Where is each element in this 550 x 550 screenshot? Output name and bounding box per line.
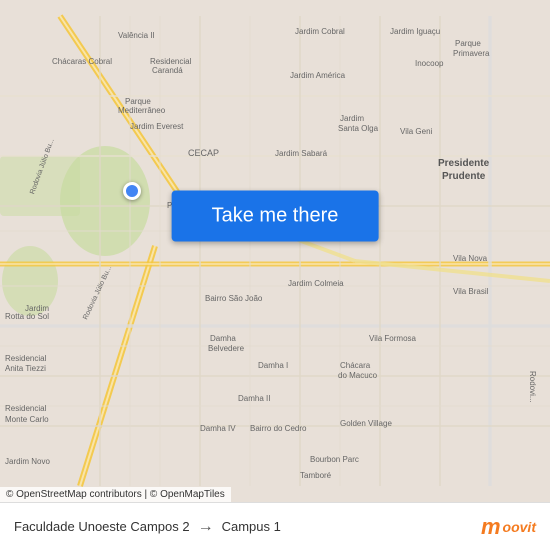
moovit-logo: m oovit bbox=[481, 514, 536, 540]
svg-text:Residencial: Residencial bbox=[150, 57, 192, 66]
map-svg: Valência II Chácaras Cobral Residencial … bbox=[0, 0, 550, 502]
take-me-there-button[interactable]: Take me there bbox=[172, 190, 379, 241]
svg-text:Jardim América: Jardim América bbox=[290, 71, 346, 80]
svg-text:Residencial: Residencial bbox=[5, 404, 47, 413]
svg-text:Inocoop: Inocoop bbox=[415, 59, 444, 68]
svg-text:Anita Tiezzi: Anita Tiezzi bbox=[5, 364, 46, 373]
svg-text:Vila Geni: Vila Geni bbox=[400, 127, 433, 136]
svg-text:Jardim Cobral: Jardim Cobral bbox=[295, 27, 345, 36]
svg-text:Prudente: Prudente bbox=[442, 171, 486, 182]
svg-text:Vila Formosa: Vila Formosa bbox=[369, 334, 417, 343]
svg-text:do Macuco: do Macuco bbox=[338, 371, 378, 380]
moovit-text: oovit bbox=[503, 519, 536, 535]
svg-text:Mediterrâneo: Mediterrâneo bbox=[118, 106, 166, 115]
svg-text:Golden Village: Golden Village bbox=[340, 419, 392, 428]
origin-label: Faculdade Unoeste Campos 2 bbox=[14, 519, 190, 534]
svg-text:Vila Brasil: Vila Brasil bbox=[453, 287, 489, 296]
svg-text:Presidente: Presidente bbox=[438, 158, 490, 169]
svg-text:Parque: Parque bbox=[125, 97, 151, 106]
svg-text:Rotta do Sol: Rotta do Sol bbox=[5, 312, 49, 321]
svg-text:Vila Nova: Vila Nova bbox=[453, 254, 488, 263]
svg-text:Jardim Colmeia: Jardim Colmeia bbox=[288, 279, 344, 288]
svg-text:Damha: Damha bbox=[210, 334, 236, 343]
svg-text:CECAP: CECAP bbox=[188, 148, 219, 158]
svg-text:Monte Carlo: Monte Carlo bbox=[5, 415, 49, 424]
svg-text:Bourbon Parc: Bourbon Parc bbox=[310, 455, 359, 464]
svg-text:Rodovi...: Rodovi... bbox=[528, 371, 537, 403]
arrow-icon: → bbox=[198, 518, 214, 536]
svg-text:Belvedere: Belvedere bbox=[208, 344, 245, 353]
svg-text:Jardim Everest: Jardim Everest bbox=[130, 122, 184, 131]
map-attribution: © OpenStreetMap contributors | © OpenMap… bbox=[0, 487, 231, 502]
svg-text:Jardim Sabará: Jardim Sabará bbox=[275, 149, 328, 158]
svg-text:Chácaras Cobral: Chácaras Cobral bbox=[52, 57, 112, 66]
svg-text:Damha IV: Damha IV bbox=[200, 424, 236, 433]
svg-text:Residencial: Residencial bbox=[5, 354, 47, 363]
svg-text:Damha II: Damha II bbox=[238, 394, 270, 403]
svg-text:Valência II: Valência II bbox=[118, 31, 155, 40]
map-container: Valência II Chácaras Cobral Residencial … bbox=[0, 0, 550, 502]
svg-text:Jardim Novo: Jardim Novo bbox=[5, 457, 50, 466]
destination-label: Campus 1 bbox=[222, 519, 281, 534]
svg-text:Damha I: Damha I bbox=[258, 361, 288, 370]
svg-text:Parque: Parque bbox=[455, 39, 481, 48]
svg-text:Bairro São João: Bairro São João bbox=[205, 294, 263, 303]
svg-text:Santa Olga: Santa Olga bbox=[338, 124, 379, 133]
svg-text:Jardim: Jardim bbox=[340, 114, 364, 123]
svg-text:Primavera: Primavera bbox=[453, 49, 490, 58]
moovit-m-letter: m bbox=[481, 514, 501, 540]
current-location-marker bbox=[123, 182, 141, 200]
bottom-bar: Faculdade Unoeste Campos 2 → Campus 1 m … bbox=[0, 502, 550, 550]
svg-text:Bairro do Cedro: Bairro do Cedro bbox=[250, 424, 307, 433]
app: Valência II Chácaras Cobral Residencial … bbox=[0, 0, 550, 550]
svg-text:Carandá: Carandá bbox=[152, 66, 183, 75]
svg-text:Jardim Iguaçu: Jardim Iguaçu bbox=[390, 27, 440, 36]
svg-text:Chácara: Chácara bbox=[340, 361, 371, 370]
svg-text:Tamboré: Tamboré bbox=[300, 471, 332, 480]
